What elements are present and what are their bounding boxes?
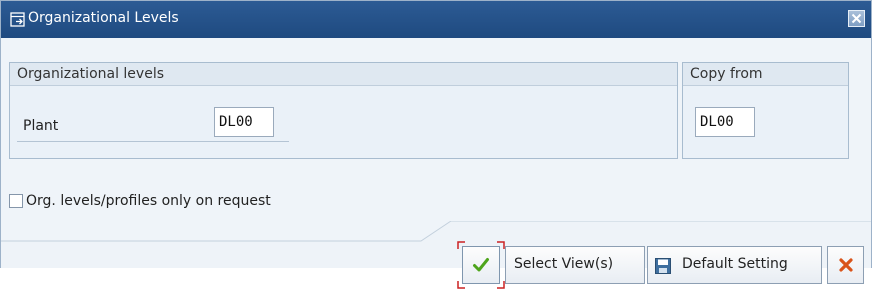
default-setting-label: Default Setting [682,256,788,272]
close-button[interactable] [848,10,865,27]
checkmark-icon [473,258,489,272]
plant-input[interactable]: DL00 [214,107,274,137]
dialog-title: Organizational Levels [28,10,179,26]
select-views-button[interactable]: Select View(s) [505,246,645,284]
copy-from-header: Copy from [683,63,848,86]
title-bar: Organizational Levels [1,1,871,38]
cancel-x-icon [839,258,853,272]
organizational-levels-header: Organizational levels [10,63,677,86]
save-icon [655,258,671,274]
dialog-arrow-icon [10,12,26,28]
organizational-levels-group: Organizational levels Plant DL00 [9,62,678,159]
cancel-button[interactable] [827,246,864,284]
copy-from-group: Copy from DL00 [682,62,849,159]
organizational-levels-header-label: Organizational levels [17,66,165,82]
default-setting-button[interactable]: Default Setting [647,246,822,284]
plant-label: Plant [23,118,59,134]
copy-from-plant-input[interactable]: DL00 [695,107,755,137]
close-icon [851,13,862,24]
copy-from-header-label: Copy from [690,66,763,82]
select-views-label: Select View(s) [514,256,614,272]
plant-label-underline [17,141,289,142]
org-levels-on-request-checkbox[interactable] [9,194,23,208]
organizational-levels-dialog: Organizational Levels Organizational lev… [0,0,872,268]
org-levels-on-request-label: Org. levels/profiles only on request [26,193,271,209]
confirm-button[interactable] [462,246,500,284]
